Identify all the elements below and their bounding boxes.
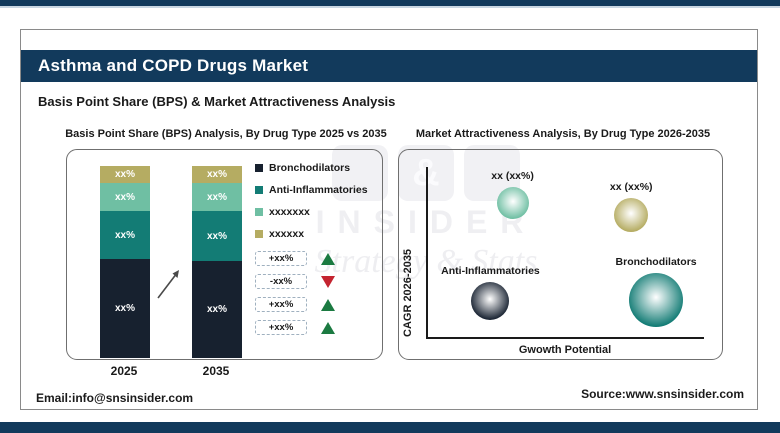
legend-swatch bbox=[255, 208, 263, 216]
bubble bbox=[614, 197, 649, 232]
top-accent-bar bbox=[0, 0, 780, 8]
legend-item: xxxxxx bbox=[255, 228, 368, 240]
footer-source: Source:www.snsinsider.com bbox=[581, 387, 744, 401]
bubble-plot: xx (xx%) xx (xx%) Anti-Inflammatories Bronc… bbox=[427, 167, 703, 337]
legend-label: xxxxxx bbox=[269, 228, 305, 240]
bps-legend: Bronchodilators Anti-Inflammatories xxxxxx… bbox=[255, 162, 368, 240]
attractiveness-chart-title: Market Attractiveness Analysis, By Drug … bbox=[415, 128, 711, 140]
page-title: Asthma and COPD Drugs Market bbox=[38, 56, 309, 75]
stacked-bar: xx% xx% xx% xx% bbox=[100, 166, 150, 358]
bar-segment: xx% bbox=[192, 261, 242, 358]
triangle-up-icon bbox=[321, 298, 335, 311]
bar-segment: xx% bbox=[100, 259, 150, 358]
change-value-box: -xx% bbox=[255, 274, 307, 289]
bar-segment: xx% bbox=[100, 183, 150, 212]
change-indicator: +xx% bbox=[255, 251, 335, 266]
change-value-box: +xx% bbox=[255, 251, 307, 266]
change-indicator: -xx% bbox=[255, 274, 335, 289]
bps-chart-title: Basis Point Share (BPS) Analysis, By Dru… bbox=[65, 128, 387, 140]
change-indicator: +xx% bbox=[255, 297, 335, 312]
legend-item: Anti-Inflammatories bbox=[255, 184, 368, 196]
triangle-up-icon bbox=[321, 252, 335, 265]
x-axis-label: Gwowth Potential bbox=[518, 344, 612, 356]
bar-segment: xx% bbox=[100, 166, 150, 184]
bubble bbox=[471, 282, 510, 321]
bottom-accent-bar bbox=[0, 422, 780, 433]
legend-swatch bbox=[255, 186, 263, 194]
content-frame: & INSIDER Strategy & Stats Asthma and CO… bbox=[20, 29, 758, 410]
stacked-bar: xx% xx% xx% xx% bbox=[192, 166, 242, 358]
page-subtitle: Basis Point Share (BPS) & Market Attract… bbox=[38, 94, 396, 109]
bubble bbox=[629, 272, 684, 327]
change-indicators: +xx% -xx% +xx% +xx% bbox=[255, 251, 335, 335]
infographic-canvas: & INSIDER Strategy & Stats Asthma and CO… bbox=[0, 0, 780, 433]
legend-label: Anti-Inflammatories bbox=[269, 184, 368, 196]
bar-segment: xx% bbox=[192, 166, 242, 184]
legend-swatch bbox=[255, 164, 263, 172]
bar-segment: xx% bbox=[192, 211, 242, 262]
bubble-label: Anti-Inflammatories bbox=[441, 265, 540, 278]
legend-swatch bbox=[255, 230, 263, 238]
bar-segment: xx% bbox=[100, 211, 150, 260]
bubble-label: xx (xx%) bbox=[609, 180, 653, 193]
legend-label: Bronchodilators bbox=[269, 162, 351, 174]
y-axis-label: CAGR 2026-2035 bbox=[402, 248, 414, 337]
attractiveness-chart-panel: CAGR 2026-2035 xx (xx%) xx (xx%) Anti-Infl… bbox=[398, 149, 723, 360]
change-indicator: +xx% bbox=[255, 320, 335, 335]
legend-label: xxxxxxx bbox=[269, 206, 310, 218]
bar-segment: xx% bbox=[192, 183, 242, 212]
legend-item: xxxxxxx bbox=[255, 206, 368, 218]
footer-email: Email:info@snsinsider.com bbox=[36, 391, 194, 405]
legend-item: Bronchodilators bbox=[255, 162, 368, 174]
growth-arrow-icon bbox=[157, 270, 179, 299]
bubble-label: Bronchodilators bbox=[615, 255, 697, 268]
category-label-2025: 2025 bbox=[110, 364, 138, 378]
category-label-2035: 2035 bbox=[202, 364, 230, 378]
triangle-down-icon bbox=[321, 275, 335, 288]
bubble bbox=[496, 186, 529, 219]
triangle-up-icon bbox=[321, 321, 335, 334]
title-banner: Asthma and COPD Drugs Market bbox=[21, 50, 757, 82]
x-axis-line bbox=[426, 337, 704, 339]
change-value-box: +xx% bbox=[255, 297, 307, 312]
bps-chart-panel: xx% xx% xx% xx% xx% xx% xx% xx% Bronchodilator… bbox=[66, 149, 383, 360]
change-value-box: +xx% bbox=[255, 320, 307, 335]
